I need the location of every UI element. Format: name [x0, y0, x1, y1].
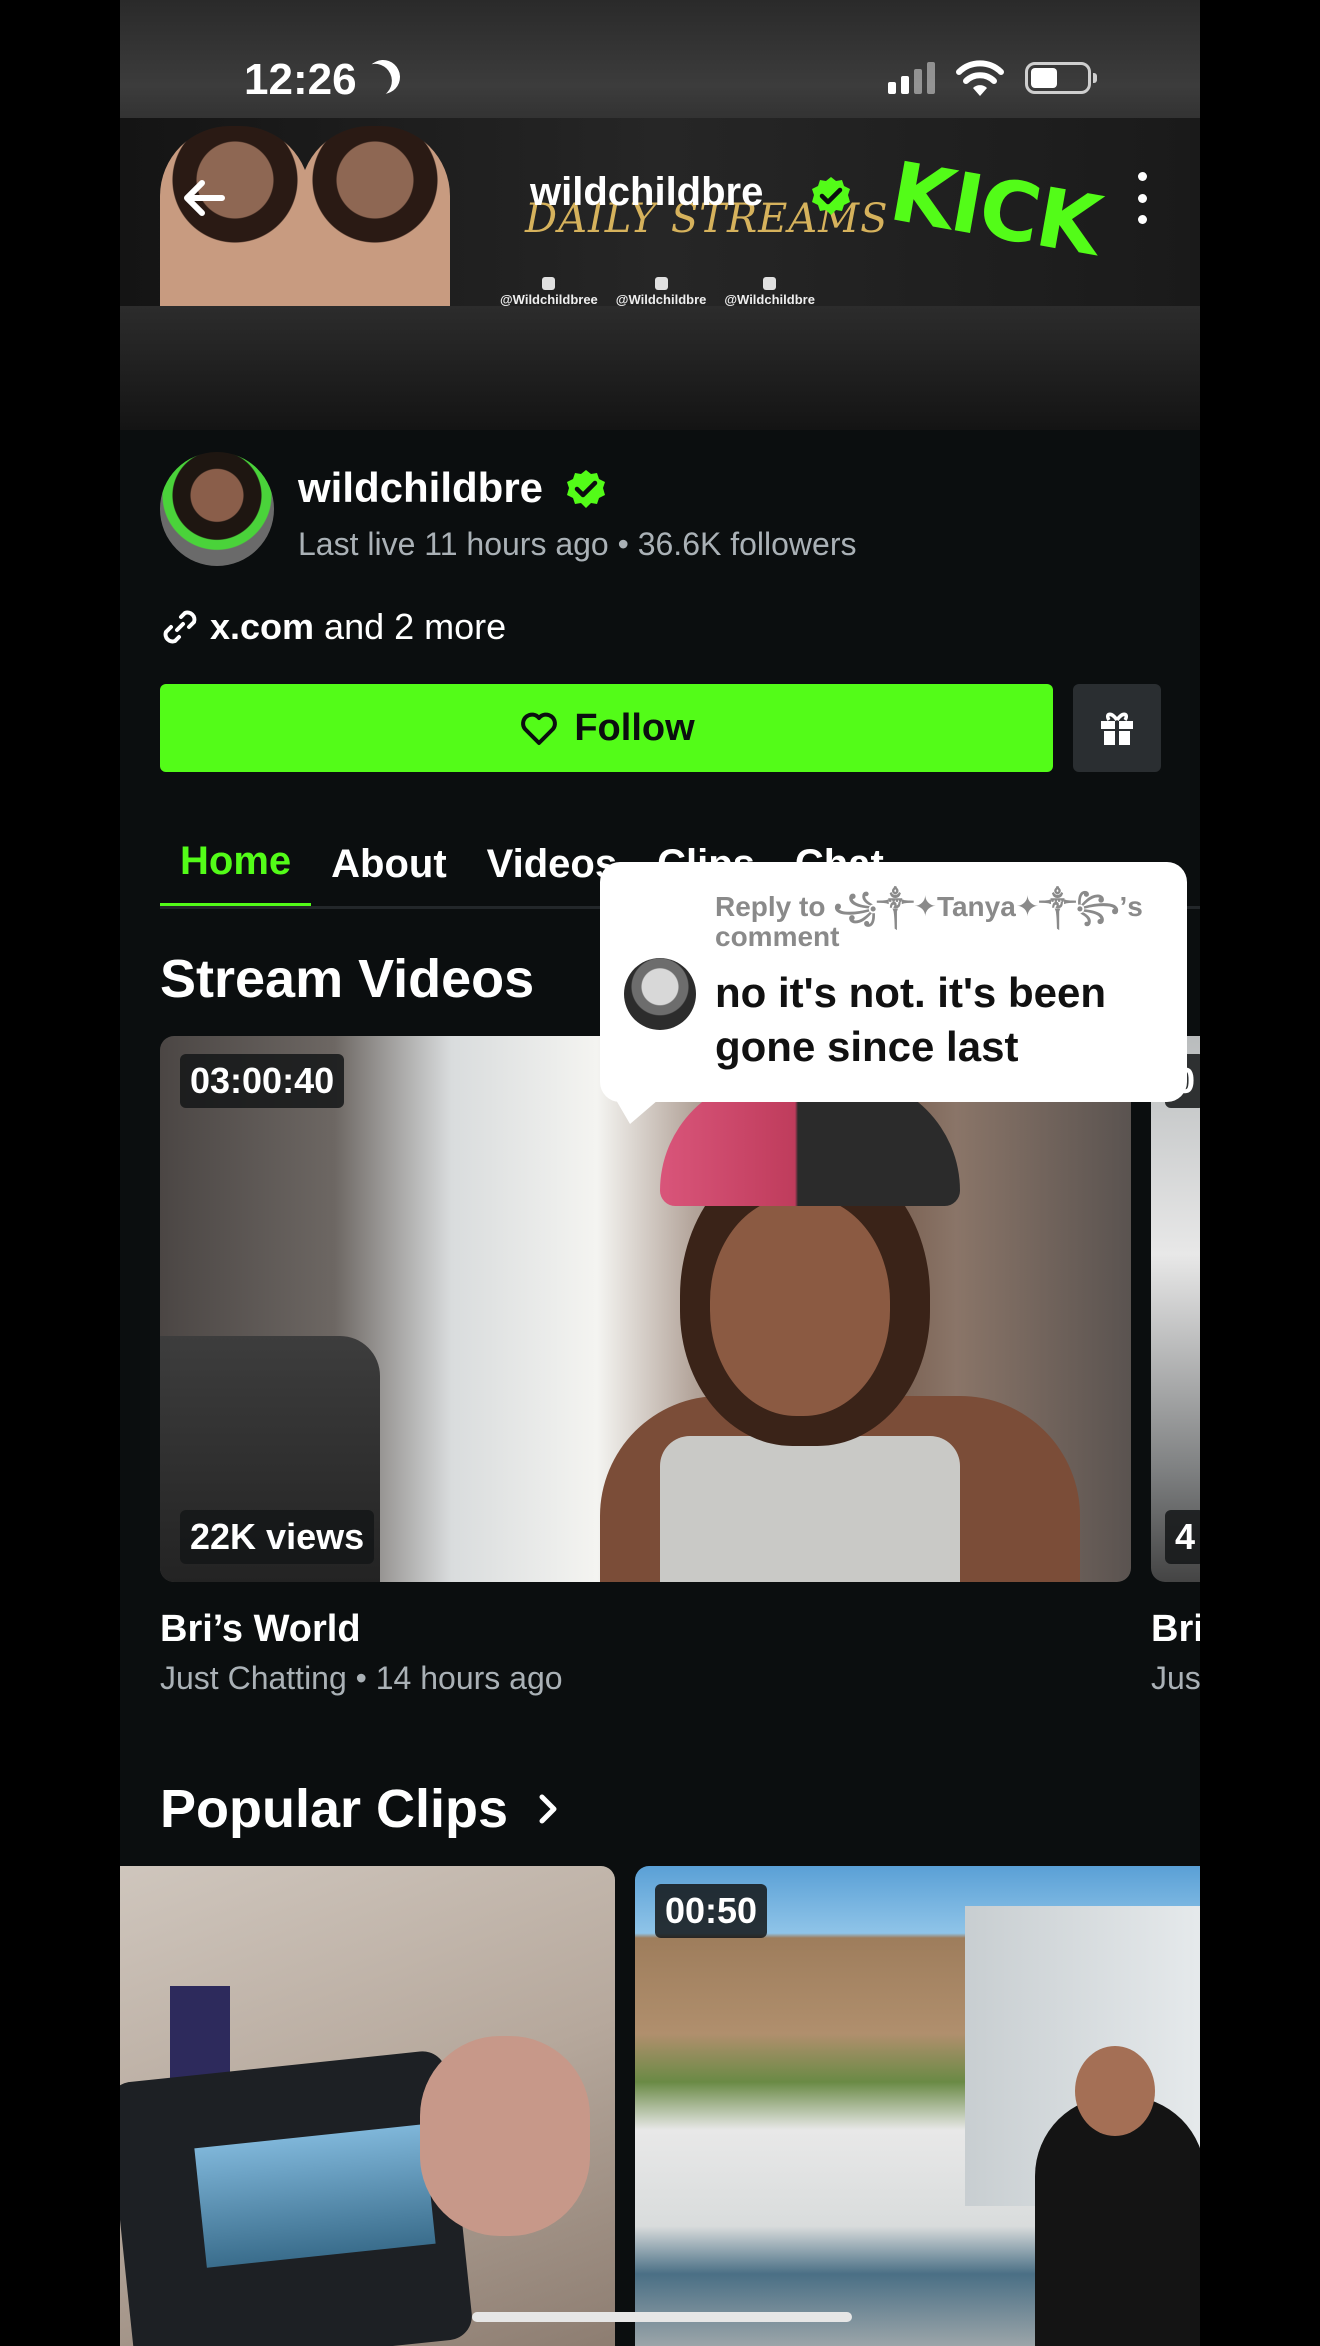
gift-icon — [1101, 712, 1133, 745]
clip-duration-badge: 00:50 — [655, 1884, 768, 1938]
more-options-icon[interactable] — [1130, 172, 1154, 224]
banner-handle-text: @Wildchildbre — [724, 292, 815, 307]
follow-button[interactable]: Follow — [160, 684, 1053, 772]
video-title[interactable]: Bri — [1151, 1608, 1200, 1651]
clip-card-thumbnail[interactable]: 00:50 — [635, 1866, 1200, 2346]
channel-links[interactable]: x.com and 2 more — [160, 606, 506, 648]
reply-to-label: Reply to ꧁༒✦Tanya✦༒꧂’s comment — [715, 891, 1143, 952]
popular-clips-label: Popular Clips — [160, 1779, 509, 1839]
channel-meta: Last live 11 hours ago • 36.6K followers — [298, 526, 857, 562]
instagram-icon — [542, 277, 556, 290]
reply-comment-bubble: Reply to ꧁༒✦Tanya✦༒꧂’s comment no it's n… — [600, 862, 1187, 1124]
commenter-avatar — [624, 958, 696, 1030]
clip-person-head — [1075, 2046, 1155, 2136]
banner-photo-2 — [300, 126, 450, 306]
video-duration-badge: 03:00:40 — [180, 1054, 345, 1108]
banner-handle-text: @Wildchildbre — [615, 292, 707, 307]
back-arrow-icon[interactable] — [176, 170, 232, 226]
header-channel-title: wildchildbre — [530, 170, 764, 214]
follow-label: Follow — [574, 706, 695, 749]
battery-icon — [1025, 62, 1097, 94]
verified-badge-icon — [567, 470, 605, 508]
clip-card-thumbnail[interactable] — [120, 1866, 615, 2346]
x-icon — [654, 277, 668, 290]
app-screen: DAILY STREAMS @Wildchildbree @Wildchildb… — [120, 0, 1200, 2346]
video-card-thumbnail-next[interactable]: 0 4 — [1151, 1036, 1200, 1582]
chevron-right-icon — [539, 1794, 557, 1824]
wifi-icon — [956, 60, 1004, 96]
thumb-top — [660, 1436, 960, 1582]
reply-comment-text: no it's not. it's been gone since last — [715, 969, 1106, 1070]
stream-videos-heading: Stream Videos — [160, 949, 535, 1009]
video-subtitle: Jus — [1151, 1660, 1200, 1696]
heart-icon — [521, 712, 558, 745]
cellular-signal-icon — [888, 60, 935, 94]
popular-clips-heading[interactable]: Popular Clips — [160, 1778, 560, 1840]
video-views-badge: 22K views — [180, 1510, 375, 1564]
banner-handle-text: @Wildchildbree — [500, 292, 598, 307]
link-more[interactable]: and 2 more — [314, 606, 506, 647]
home-indicator[interactable] — [472, 2312, 852, 2322]
video-subtitle: Just Chatting • 14 hours ago — [160, 1660, 563, 1696]
banner-handle-instagram: @Wildchildbree — [500, 277, 598, 307]
clip-phone-screen — [194, 2124, 436, 2268]
channel-name: wildchildbre — [298, 464, 544, 511]
verified-badge-icon — [812, 177, 850, 215]
link-main[interactable]: x.com — [210, 606, 314, 647]
tiktok-icon — [763, 277, 777, 290]
link-icon — [163, 610, 197, 644]
video-views-badge: 4 — [1165, 1510, 1200, 1564]
thumb-face — [710, 1196, 890, 1416]
channel-avatar[interactable] — [160, 452, 274, 566]
video-title[interactable]: Bri’s World — [160, 1608, 361, 1651]
banner-handle-x: @Wildchildbre — [615, 277, 707, 307]
banner-social-handles: @Wildchildbree @Wildchildbre @Wildchildb… — [500, 277, 815, 307]
banner-shade — [120, 306, 1200, 430]
tab-home[interactable]: Home — [160, 820, 312, 908]
clip-hand — [420, 2036, 590, 2236]
status-time: 12:26 — [244, 55, 357, 104]
gift-sub-button[interactable] — [1073, 684, 1161, 772]
tab-about[interactable]: About — [311, 820, 467, 908]
banner-handle-tiktok: @Wildchildbre — [724, 277, 815, 307]
